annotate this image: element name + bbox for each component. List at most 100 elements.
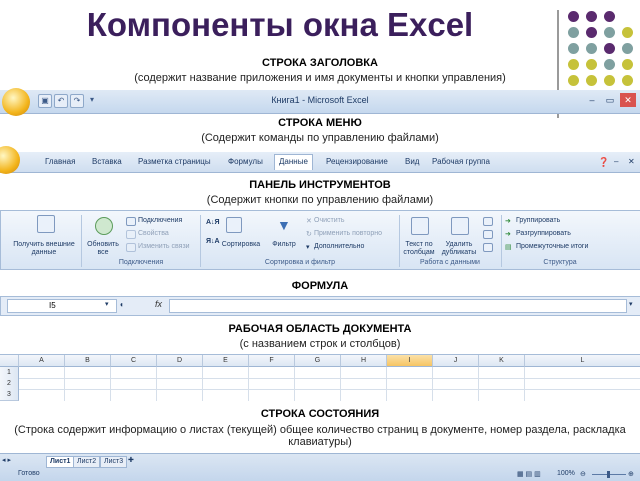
toolbar-desc: (Содержит кнопки по управлению файлами) <box>206 194 434 206</box>
get-external-button[interactable]: Получить внешние данные <box>11 241 77 257</box>
reapply-icon: ↻ <box>306 231 312 238</box>
title-bar-desc: (содержит название приложения и имя доку… <box>134 72 506 84</box>
col-header[interactable]: D <box>157 355 203 367</box>
col-header[interactable]: E <box>203 355 249 367</box>
help-icon[interactable]: ❓ <box>598 157 609 168</box>
col-header[interactable]: L <box>525 355 640 367</box>
col-header[interactable]: F <box>249 355 295 367</box>
validation-icon[interactable] <box>483 217 493 226</box>
clear-button[interactable]: Очистить <box>314 217 344 224</box>
tab-data[interactable]: Данные <box>274 154 313 170</box>
group-data-tools: Работа с данными <box>420 259 480 266</box>
group-button[interactable]: Группировать <box>516 217 560 224</box>
connections-icon <box>126 217 136 226</box>
tab-formulas[interactable]: Формулы <box>228 157 263 166</box>
ungroup-icon: ➜ <box>505 231 511 238</box>
tab-review[interactable]: Рецензирование <box>326 157 388 166</box>
group-icon: ➜ <box>505 218 511 225</box>
excel-status-bar: ◂ ▸ Лист1 Лист2 Лист3 ✚ Готово ▦ ▤ ▥ 100… <box>0 453 640 481</box>
filter-button[interactable]: Фильтр <box>267 241 301 249</box>
sheet-tab[interactable]: Лист3 <box>100 456 128 468</box>
group-connections: Подключения <box>118 259 164 266</box>
expand-formula-icon[interactable]: ▾ <box>629 300 633 308</box>
formula-input[interactable] <box>169 299 627 313</box>
excel-formula-bar: I5 ▾ ◖ fx ▾ <box>0 296 640 316</box>
name-box-dropdown-icon[interactable]: ▾ <box>105 300 109 308</box>
tab-page-layout[interactable]: Разметка страницы <box>138 157 211 166</box>
toolbar-heading: ПАНЕЛЬ ИНСТРУМЕНТОВ <box>249 179 391 191</box>
sort-button[interactable]: Сортировка <box>217 241 265 249</box>
menu-heading: СТРОКА МЕНЮ <box>278 117 362 129</box>
minimize-button[interactable]: – <box>584 93 600 107</box>
status-heading: СТРОКА СОСТОЯНИЯ <box>260 408 380 420</box>
workarea-desc: (с названием строк и столбцов) <box>239 338 401 350</box>
name-box[interactable]: I5 <box>49 301 56 310</box>
ribbon-close-icon[interactable]: ✕ <box>628 157 635 166</box>
office-button[interactable] <box>2 88 30 116</box>
remove-duplicates-button[interactable]: Удалить дубликаты <box>439 241 479 257</box>
col-header-selected[interactable]: I <box>387 355 433 367</box>
maximize-button[interactable]: ▭ <box>602 93 618 107</box>
clear-icon: ✕ <box>306 218 312 225</box>
group-outline: Структура <box>543 259 577 266</box>
grid-lines <box>19 367 640 401</box>
tab-home[interactable]: Главная <box>45 157 75 166</box>
sheet-nav-icon[interactable]: ◂ ▸ <box>2 456 11 464</box>
advanced-icon: ▾ <box>306 244 310 251</box>
ungroup-button[interactable]: Разгруппировать <box>516 230 571 237</box>
tab-insert[interactable]: Вставка <box>92 157 122 166</box>
subtotal-button[interactable]: Промежуточные итоги <box>516 243 588 250</box>
ribbon-minimize-icon[interactable]: – <box>614 157 618 166</box>
col-header[interactable]: B <box>65 355 111 367</box>
view-icons[interactable]: ▦ ▤ ▥ <box>517 470 541 478</box>
excel-menu-bar: Главная Вставка Разметка страницы Формул… <box>0 152 640 173</box>
page-title: Компоненты окна Excel <box>86 6 474 43</box>
subtotal-icon: ▤ <box>505 244 512 251</box>
status-desc-line: (Строка содержит информацию о листах (те… <box>0 424 640 448</box>
properties-button[interactable]: Свойства <box>138 230 169 237</box>
edit-links-button[interactable]: Изменить связи <box>138 243 190 250</box>
sheet-tab[interactable]: Лист2 <box>73 456 101 468</box>
formula-heading: ФОРМУЛА <box>291 280 349 292</box>
formula-separator-icon: ◖ <box>119 300 124 309</box>
text-to-columns-button[interactable]: Текст по столбцам <box>401 241 437 257</box>
col-header[interactable]: G <box>295 355 341 367</box>
col-header[interactable]: A <box>19 355 65 367</box>
advanced-button[interactable]: Дополнительно <box>314 243 364 250</box>
zoom-out-icon[interactable]: ⊖ <box>580 470 586 478</box>
excel-title-bar: ▣ ↶ ↷ ▾ Книга1 - Microsoft Excel – ▭ ✕ <box>0 90 640 114</box>
excel-grid: A B C D E F G H I J K L 1 2 3 <box>0 354 640 401</box>
close-button[interactable]: ✕ <box>620 93 636 107</box>
what-if-icon[interactable] <box>483 243 493 252</box>
sort-az-icon[interactable]: A↓Я <box>206 219 220 226</box>
sheet-tab[interactable]: Лист1 <box>46 456 75 468</box>
excel-ribbon: Получить внешние данные Обновить все Под… <box>0 210 640 270</box>
text-to-columns-icon <box>411 217 429 235</box>
workarea-heading: РАБОЧАЯ ОБЛАСТЬ ДОКУМЕНТА <box>228 323 412 335</box>
zoom-slider-handle[interactable] <box>607 471 610 478</box>
row-header[interactable]: 3 <box>0 389 19 401</box>
refresh-all-button[interactable]: Обновить все <box>83 241 123 257</box>
fx-button[interactable]: fx <box>155 299 162 309</box>
col-header[interactable]: J <box>433 355 479 367</box>
insert-sheet-icon[interactable]: ✚ <box>128 456 134 464</box>
col-header[interactable]: C <box>111 355 157 367</box>
connections-button[interactable]: Подключения <box>138 217 182 224</box>
external-data-icon <box>37 215 55 233</box>
refresh-icon <box>95 217 113 235</box>
tab-workgroup[interactable]: Рабочая группа <box>432 157 490 166</box>
edit-links-icon <box>126 243 136 252</box>
zoom-in-icon[interactable]: ⊕ <box>628 470 634 478</box>
select-all-corner[interactable] <box>0 355 19 367</box>
tab-view[interactable]: Вид <box>405 157 419 166</box>
consolidate-icon[interactable] <box>483 230 493 239</box>
menu-desc: (Содержит команды по управлению файлами) <box>201 132 439 144</box>
col-header[interactable]: K <box>479 355 525 367</box>
filter-icon: ▼ <box>277 217 291 233</box>
zoom-level[interactable]: 100% <box>557 470 575 477</box>
reapply-button[interactable]: Применить повторно <box>314 230 382 237</box>
col-header[interactable]: H <box>341 355 387 367</box>
status-ready: Готово <box>18 470 40 477</box>
sort-icon <box>226 217 242 233</box>
group-sort-filter: Сортировка и фильтр <box>264 259 336 266</box>
